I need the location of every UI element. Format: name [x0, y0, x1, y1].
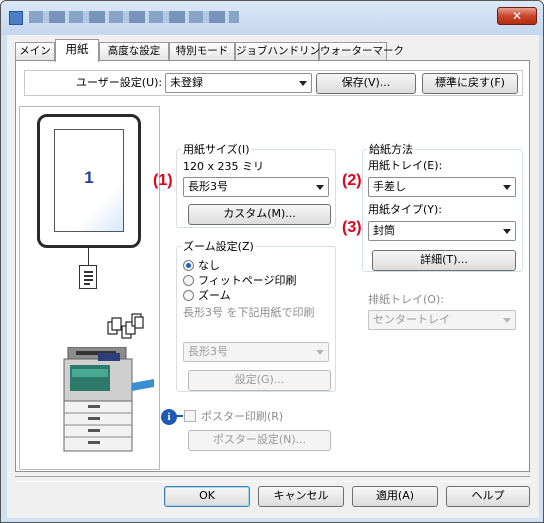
zoom-none-label: なし: [198, 259, 220, 272]
zoom-fit-page-label: フィットページ印刷: [198, 274, 297, 287]
paper-type-value: 封筒: [373, 224, 395, 237]
save-settings-button[interactable]: 保存(V)...: [316, 73, 416, 94]
document-icon: [79, 265, 97, 289]
chevron-down-icon: [503, 185, 511, 190]
preview-connector: [88, 248, 89, 265]
tab-job-handling[interactable]: ジョブハンドリング: [235, 42, 331, 61]
tab-watermark[interactable]: ウォーターマーク: [319, 42, 404, 61]
chevron-down-icon: [316, 185, 324, 190]
paper-type-label: 用紙タイプ(Y):: [368, 203, 443, 216]
tab-main[interactable]: メイン: [15, 42, 55, 61]
tab-advanced[interactable]: 高度な設定: [99, 42, 169, 61]
paper-size-value: 長形3号: [188, 180, 228, 193]
info-icon[interactable]: i: [161, 409, 177, 425]
status-separator: [15, 476, 530, 482]
output-tray-select[interactable]: センタートレイ: [368, 310, 516, 330]
preview-area: 1: [19, 106, 160, 470]
poster-print-label: ポスター印刷(R): [201, 410, 284, 423]
callout-marker-2: (2): [342, 172, 362, 189]
zoom-custom-radio[interactable]: [183, 290, 194, 301]
paper-type-select[interactable]: 封筒: [368, 221, 516, 241]
page-number: 1: [84, 168, 94, 187]
zoom-settings-button[interactable]: 設定(G)...: [188, 370, 331, 391]
dialog-window: ✕ メイン 用紙 高度な設定 特別モード ジョブハンドリング ウォーターマーク …: [0, 0, 544, 523]
paper-tray-label: 用紙トレイ(E):: [368, 159, 443, 172]
zoom-settings-title: ズーム設定(Z): [181, 240, 256, 253]
poster-settings-button[interactable]: ポスター設定(N)...: [188, 430, 331, 451]
chevron-down-icon: [299, 81, 307, 86]
cancel-button[interactable]: キャンセル: [258, 486, 344, 507]
help-button[interactable]: ヘルプ: [446, 486, 530, 507]
apply-button[interactable]: 適用(A): [352, 486, 438, 507]
info-connector: [175, 415, 183, 417]
chevron-down-icon: [503, 318, 511, 323]
callout-marker-3: (3): [342, 219, 362, 236]
paper-tray-select[interactable]: 手差し: [368, 177, 516, 197]
user-settings-select[interactable]: 未登録: [165, 73, 312, 93]
paper-size-dimensions: 120 x 235 ミリ: [183, 160, 264, 173]
output-tray-value: センタートレイ: [373, 313, 450, 326]
dialog-client-area: メイン 用紙 高度な設定 特別モード ジョブハンドリング ウォーターマーク ユー…: [7, 35, 539, 518]
user-settings-label: ユーザー設定(U):: [76, 76, 163, 89]
close-button[interactable]: ✕: [497, 7, 537, 25]
callout-marker-1: (1): [153, 172, 173, 189]
tab-special-mode[interactable]: 特別モード: [169, 42, 235, 61]
zoom-none-radio[interactable]: [183, 260, 194, 271]
title-bar[interactable]: ✕: [1, 1, 543, 35]
tab-paper[interactable]: 用紙: [55, 39, 99, 62]
zoom-fit-page-radio[interactable]: [183, 275, 194, 286]
zoom-custom-label: ズーム: [198, 289, 231, 302]
chevron-down-icon: [316, 350, 324, 355]
poster-print-checkbox[interactable]: [184, 410, 196, 422]
printer-icon: [58, 346, 158, 457]
multiple-copies-icon: [106, 312, 144, 342]
paper-tray-value: 手差し: [373, 180, 406, 193]
paper-source-title: 給紙方法: [367, 143, 415, 156]
paper-source-details-button[interactable]: 詳細(T)...: [372, 250, 516, 271]
ok-button[interactable]: OK: [164, 486, 250, 507]
output-tray-label: 排紙トレイ(O):: [368, 293, 444, 306]
fit-target-paper-value: 長形3号: [188, 345, 228, 358]
chevron-down-icon: [503, 229, 511, 234]
window-title-blurred: [29, 11, 239, 23]
reset-defaults-button[interactable]: 標準に戻す(F): [422, 73, 518, 94]
paper-tab-panel: ユーザー設定(U): 未登録 保存(V)... 標準に戻す(F) 1 (1) (…: [15, 60, 530, 472]
custom-size-button[interactable]: カスタム(M)...: [188, 204, 331, 225]
printer-app-icon: [9, 11, 23, 25]
fit-target-paper-select[interactable]: 長形3号: [183, 342, 329, 362]
paper-size-select[interactable]: 長形3号: [183, 177, 329, 197]
fit-page-note: 長形3号 を下記用紙で印刷: [183, 306, 315, 319]
user-settings-value: 未登録: [170, 76, 203, 89]
paper-preview-page: 1: [54, 129, 124, 232]
paper-preview-frame: 1: [37, 114, 141, 248]
paper-size-title: 用紙サイズ(I): [181, 143, 252, 156]
